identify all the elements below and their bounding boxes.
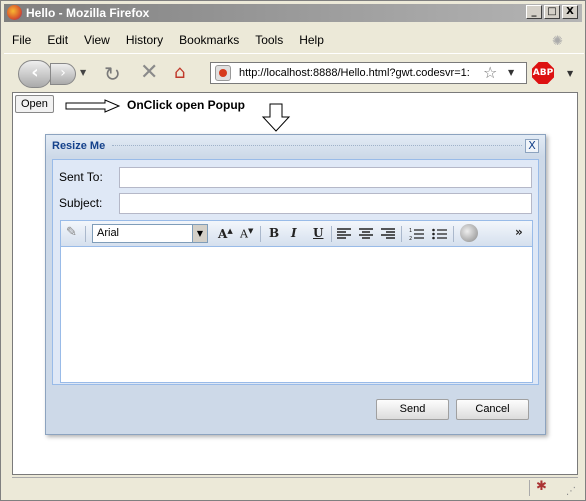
font-select-value: Arial bbox=[97, 227, 120, 239]
throbber-icon: ✺ bbox=[552, 33, 563, 48]
toolbar-separator bbox=[260, 226, 261, 242]
dialog-caption[interactable]: Resize Me X bbox=[46, 135, 545, 157]
status-bar: ✱ ⋰ bbox=[12, 477, 578, 498]
rich-text-editor: ✎ Arial ▼ A▲ A▼ B I U 1 2 » bbox=[60, 220, 533, 383]
adblock-dropdown-icon[interactable]: ▼ bbox=[567, 69, 573, 78]
menu-history[interactable]: History bbox=[118, 31, 171, 51]
window-controls: _ □ X bbox=[526, 5, 578, 19]
close-button[interactable]: X bbox=[562, 5, 578, 19]
forward-icon[interactable]: › bbox=[50, 63, 76, 85]
reload-icon[interactable]: ↻ bbox=[104, 62, 121, 86]
dialog-close-icon[interactable]: X bbox=[525, 139, 539, 153]
adblock-icon[interactable]: ABP bbox=[532, 62, 554, 84]
resize-me-dialog: Resize Me X Sent To: Subject: ✎ Arial ▼ bbox=[45, 134, 546, 435]
underline-icon[interactable]: U bbox=[313, 226, 323, 240]
status-divider bbox=[529, 480, 530, 496]
down-arrow-icon bbox=[261, 103, 291, 132]
send-button[interactable]: Send bbox=[376, 399, 449, 420]
subject-field[interactable] bbox=[119, 193, 532, 214]
toolbar-separator bbox=[401, 226, 402, 242]
subject-label: Subject: bbox=[59, 196, 103, 210]
browser-window: Hello - Mozilla Firefox _ □ X File Edit … bbox=[0, 0, 586, 501]
svg-text:2: 2 bbox=[409, 236, 412, 241]
url-dropdown-icon[interactable]: ▼ bbox=[508, 68, 514, 77]
title-bar: Hello - Mozilla Firefox _ □ X bbox=[4, 4, 582, 22]
menu-help[interactable]: Help bbox=[291, 31, 332, 51]
font-select[interactable]: Arial ▼ bbox=[92, 224, 208, 243]
bookmark-star-icon[interactable]: ☆ bbox=[483, 63, 497, 82]
svg-text:1: 1 bbox=[409, 228, 412, 234]
sent-to-label: Sent To: bbox=[59, 170, 103, 184]
chevron-down-icon[interactable]: ▼ bbox=[192, 225, 207, 242]
editor-area[interactable] bbox=[61, 248, 532, 381]
numbered-list-icon[interactable]: 12 bbox=[409, 227, 424, 241]
format-painter-icon[interactable]: ✎ bbox=[66, 225, 77, 240]
home-icon[interactable]: ⌂ bbox=[174, 62, 185, 83]
grow-font-icon[interactable]: A▲ bbox=[218, 226, 233, 241]
toolbar-separator bbox=[85, 226, 86, 242]
cancel-button[interactable]: Cancel bbox=[456, 399, 529, 420]
menu-view[interactable]: View bbox=[76, 31, 118, 51]
toolbar-separator bbox=[331, 226, 332, 242]
editor-toolbar: ✎ Arial ▼ A▲ A▼ B I U 1 2 » bbox=[61, 221, 532, 247]
window-title: Hello - Mozilla Firefox bbox=[26, 6, 150, 20]
address-bar[interactable]: http://localhost:8888/Hello.html?gwt.cod… bbox=[210, 62, 527, 84]
menu-bar: File Edit View History Bookmarks Tools H… bbox=[4, 31, 563, 51]
resize-grip-icon[interactable]: ⋰ bbox=[566, 486, 576, 497]
dialog-body: Sent To: Subject: ✎ Arial ▼ A▲ A▼ B I U … bbox=[52, 159, 539, 385]
insert-image-icon[interactable] bbox=[460, 224, 478, 242]
site-identity-icon[interactable] bbox=[215, 65, 231, 81]
right-arrow-icon bbox=[65, 99, 121, 113]
open-button[interactable]: Open bbox=[15, 95, 54, 113]
shrink-font-label: A bbox=[240, 227, 248, 241]
bold-icon[interactable]: B bbox=[269, 226, 279, 240]
back-icon[interactable]: ‹ bbox=[18, 60, 52, 88]
grow-font-label: A bbox=[218, 227, 228, 241]
dialog-title: Resize Me bbox=[52, 140, 106, 152]
menu-bookmarks[interactable]: Bookmarks bbox=[171, 31, 247, 51]
navigation-toolbar: ‹ › ▼ ↻ ✕ ⌂ http://localhost:8888/Hello.… bbox=[4, 53, 584, 91]
bullet-list-icon[interactable] bbox=[432, 227, 447, 241]
menu-edit[interactable]: Edit bbox=[39, 31, 76, 51]
toolbar-overflow-icon[interactable]: » bbox=[515, 225, 523, 239]
minimize-button[interactable]: _ bbox=[526, 5, 542, 19]
hint-text: OnClick open Popup bbox=[127, 98, 246, 112]
toolbar-separator bbox=[453, 226, 454, 242]
history-dropdown-icon[interactable]: ▼ bbox=[80, 68, 86, 77]
page-content: Open OnClick open Popup Resize Me X Sent… bbox=[12, 92, 578, 475]
align-left-icon[interactable] bbox=[337, 228, 351, 240]
firebug-icon[interactable]: ✱ bbox=[536, 479, 547, 494]
firefox-icon bbox=[7, 5, 22, 20]
align-right-icon[interactable] bbox=[381, 228, 395, 240]
stop-icon[interactable]: ✕ bbox=[140, 60, 158, 85]
maximize-button[interactable]: □ bbox=[544, 5, 560, 19]
sent-to-field[interactable] bbox=[119, 167, 532, 188]
menu-file[interactable]: File bbox=[4, 31, 39, 51]
align-center-icon[interactable] bbox=[359, 228, 373, 240]
caption-drag-handle[interactable] bbox=[112, 145, 522, 147]
italic-icon[interactable]: I bbox=[291, 226, 297, 240]
shrink-font-icon[interactable]: A▼ bbox=[240, 227, 253, 241]
url-text[interactable]: http://localhost:8888/Hello.html?gwt.cod… bbox=[239, 67, 479, 79]
menu-tools[interactable]: Tools bbox=[247, 31, 291, 51]
